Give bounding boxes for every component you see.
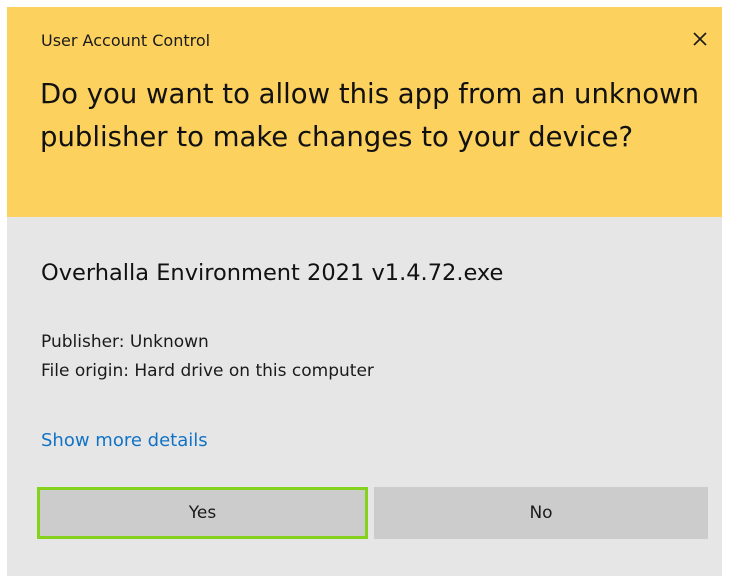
publisher-text: Publisher: Unknown <box>41 332 209 352</box>
app-info: Publisher: Unknown File origin: Hard dri… <box>41 328 374 386</box>
prompt-question: Do you want to allow this app from an un… <box>40 78 699 153</box>
dialog-header: User Account Control Do you want to allo… <box>7 7 722 217</box>
yes-button[interactable]: Yes <box>37 487 368 539</box>
app-name: Overhalla Environment 2021 v1.4.72.exe <box>41 260 504 286</box>
no-button[interactable]: No <box>374 487 708 539</box>
file-origin-text: File origin: Hard drive on this computer <box>41 361 374 381</box>
show-more-details-link[interactable]: Show more details <box>41 430 208 451</box>
close-icon <box>693 32 707 46</box>
uac-dialog: User Account Control Do you want to allo… <box>7 7 722 576</box>
window-title: User Account Control <box>41 31 211 50</box>
close-button[interactable] <box>678 19 722 59</box>
